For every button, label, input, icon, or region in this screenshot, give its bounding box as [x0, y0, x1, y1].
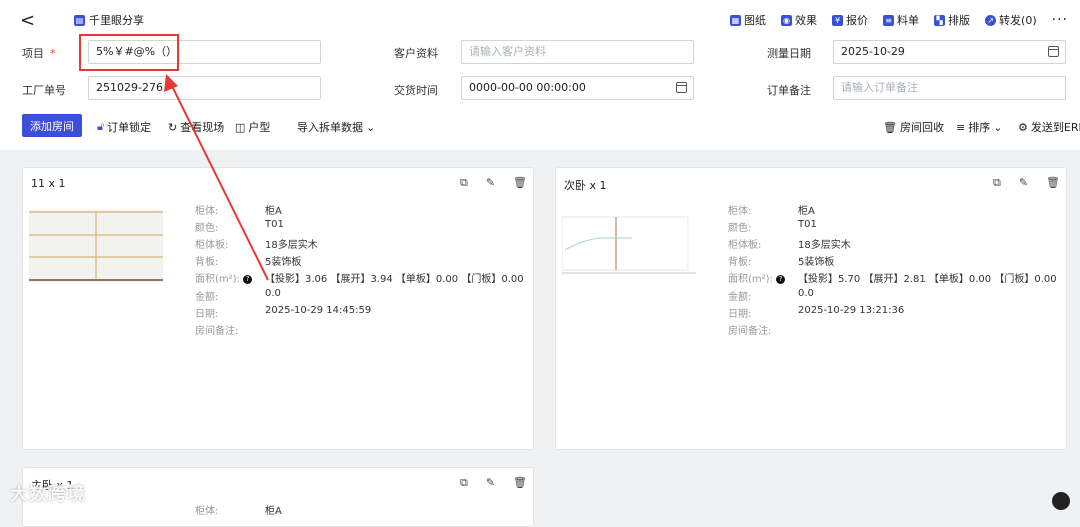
watermark: 大数跨境 [10, 484, 86, 505]
support-chat-icon[interactable] [1052, 492, 1070, 510]
annotation-arrow [164, 74, 269, 281]
